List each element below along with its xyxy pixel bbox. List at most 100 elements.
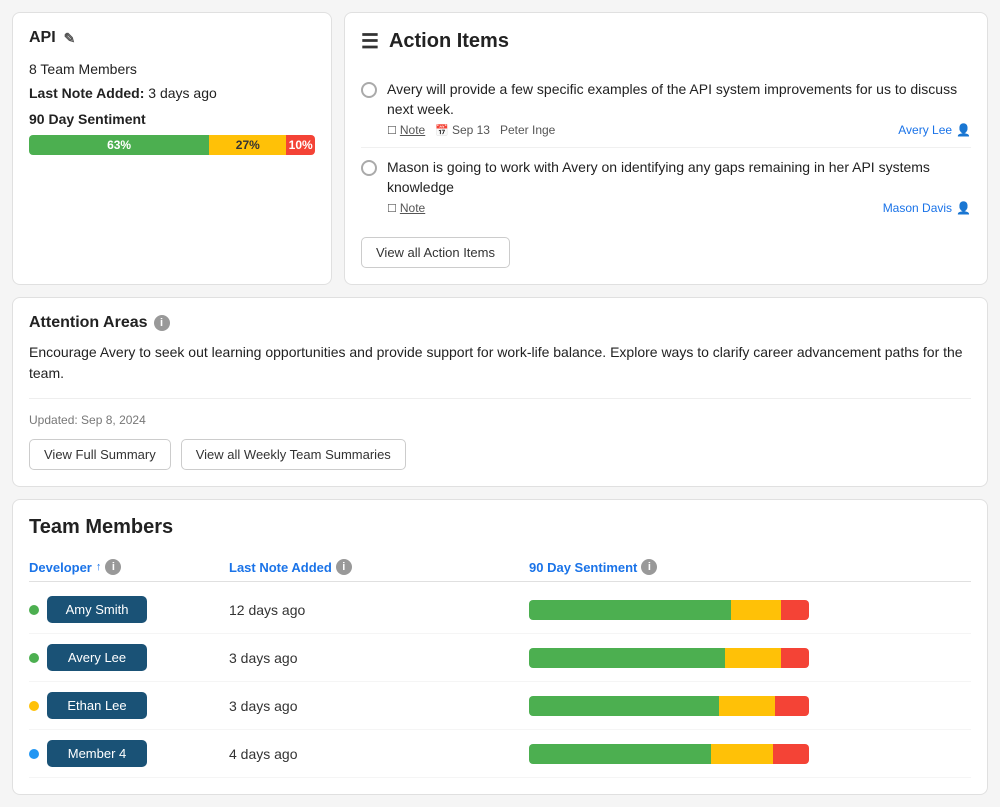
- note-link[interactable]: Note: [400, 201, 425, 215]
- action-item-text: Avery will provide a few specific exampl…: [387, 80, 971, 119]
- developer-header-label: Developer: [29, 560, 92, 575]
- last-note-value: 3 days ago: [148, 85, 217, 101]
- radio-circle[interactable]: [361, 82, 377, 98]
- member-col: Member 4: [29, 740, 229, 767]
- member-sentiment-green: [529, 600, 731, 620]
- sentiment-yellow: 27%: [209, 135, 286, 155]
- action-item-content: Mason is going to work with Avery on ide…: [387, 158, 971, 215]
- api-card: API ✎ 8 Team Members Last Note Added: 3 …: [12, 12, 332, 285]
- member-sentiment-yellow: [725, 648, 781, 668]
- last-note-column-header[interactable]: Last Note Added i: [229, 559, 529, 575]
- member-sentiment-bar: [529, 744, 809, 764]
- last-note-col: 3 days ago: [229, 650, 529, 666]
- last-note-col: 3 days ago: [229, 698, 529, 714]
- member-button[interactable]: Member 4: [47, 740, 147, 767]
- sentiment-yellow-label: 27%: [236, 138, 260, 152]
- last-note-info-icon[interactable]: i: [336, 559, 352, 575]
- status-dot-blue: [29, 749, 39, 759]
- note-checkbox-icon: ☐: [387, 202, 397, 215]
- status-dot-green: [29, 653, 39, 663]
- last-note-col: 4 days ago: [229, 746, 529, 762]
- calendar-icon: 📅: [435, 124, 449, 137]
- action-items-title-row: ☰ Action Items: [361, 29, 971, 54]
- radio-circle[interactable]: [361, 160, 377, 176]
- last-note-value: 12 days ago: [229, 602, 305, 618]
- table-row: Avery Lee 3 days ago: [29, 634, 971, 682]
- edit-icon[interactable]: ✎: [64, 30, 76, 47]
- last-note-col: 12 days ago: [229, 602, 529, 618]
- assignee-name: Mason Davis: [883, 201, 952, 215]
- table-row: Ethan Lee 3 days ago: [29, 682, 971, 730]
- team-members-section: Team Members Developer ↑ i Last Note Add…: [12, 499, 988, 795]
- note-meta: ☐ Note: [387, 201, 425, 215]
- attention-areas-card: Attention Areas i Encourage Avery to see…: [12, 297, 988, 487]
- member-name: Amy Smith: [66, 602, 129, 617]
- status-dot-green: [29, 605, 39, 615]
- view-all-action-items-button[interactable]: View all Action Items: [361, 237, 510, 268]
- date-meta: 📅 Sep 13: [435, 123, 490, 137]
- last-note-value: 3 days ago: [229, 650, 298, 666]
- last-note-value: 4 days ago: [229, 746, 298, 762]
- status-dot-yellow: [29, 701, 39, 711]
- assignee-name: Avery Lee: [898, 123, 952, 137]
- api-card-title: API ✎: [29, 29, 315, 47]
- member-col: Amy Smith: [29, 596, 229, 623]
- member-button[interactable]: Avery Lee: [47, 644, 147, 671]
- last-note-stat: Last Note Added: 3 days ago: [29, 85, 315, 101]
- sentiment-column-header[interactable]: 90 Day Sentiment i: [529, 559, 971, 575]
- team-members-label: 8 Team Members: [29, 61, 137, 77]
- member-name: Avery Lee: [68, 650, 126, 665]
- member-sentiment-bar: [529, 648, 809, 668]
- member-sentiment-red: [781, 648, 809, 668]
- member-name: Ethan Lee: [67, 698, 126, 713]
- member-sentiment-bar: [529, 696, 809, 716]
- api-title-text: API: [29, 29, 56, 47]
- team-members-stat: 8 Team Members: [29, 61, 315, 77]
- sentiment-info-icon[interactable]: i: [641, 559, 657, 575]
- action-items-card: ☰ Action Items Avery will provide a few …: [344, 12, 988, 285]
- member-sentiment-bar: [529, 600, 809, 620]
- sentiment-col: [529, 600, 971, 620]
- note-meta: ☐ Note: [387, 123, 425, 137]
- action-item-meta: ☐ Note 📅 Sep 13 Peter Inge Avery Lee 👤: [387, 123, 971, 137]
- member-sentiment-yellow: [719, 696, 775, 716]
- view-weekly-summaries-button[interactable]: View all Weekly Team Summaries: [181, 439, 406, 470]
- updated-text: Updated: Sep 8, 2024: [29, 413, 971, 427]
- sentiment-col: [529, 696, 971, 716]
- view-full-summary-button[interactable]: View Full Summary: [29, 439, 171, 470]
- team-table-header: Developer ↑ i Last Note Added i 90 Day S…: [29, 553, 971, 582]
- developer-info-icon[interactable]: i: [105, 559, 121, 575]
- last-note-prefix: Last Note Added:: [29, 85, 144, 101]
- person-name: Peter Inge: [500, 123, 555, 137]
- member-col: Ethan Lee: [29, 692, 229, 719]
- member-sentiment-green: [529, 648, 725, 668]
- top-row: API ✎ 8 Team Members Last Note Added: 3 …: [12, 12, 988, 285]
- action-item: Avery will provide a few specific exampl…: [361, 70, 971, 148]
- last-note-value: 3 days ago: [229, 698, 298, 714]
- team-members-title: Team Members: [29, 516, 971, 539]
- attention-text: Encourage Avery to seek out learning opp…: [29, 342, 971, 399]
- attention-title: Attention Areas i: [29, 314, 971, 332]
- sentiment-col: [529, 648, 971, 668]
- page-container: API ✎ 8 Team Members Last Note Added: 3 …: [0, 0, 1000, 807]
- table-row: Amy Smith 12 days ago: [29, 586, 971, 634]
- action-items-title: Action Items: [389, 30, 509, 53]
- member-sentiment-red: [775, 696, 809, 716]
- last-note-header-label: Last Note Added: [229, 560, 332, 575]
- member-name: Member 4: [68, 746, 127, 761]
- member-button[interactable]: Ethan Lee: [47, 692, 147, 719]
- note-link[interactable]: Note: [400, 123, 425, 137]
- member-sentiment-green: [529, 744, 711, 764]
- assignee[interactable]: Mason Davis 👤: [883, 201, 971, 215]
- member-col: Avery Lee: [29, 644, 229, 671]
- attention-action-buttons: View Full Summary View all Weekly Team S…: [29, 439, 971, 470]
- member-button[interactable]: Amy Smith: [47, 596, 147, 623]
- attention-info-icon[interactable]: i: [154, 315, 170, 331]
- action-item-content: Avery will provide a few specific exampl…: [387, 80, 971, 137]
- developer-column-header[interactable]: Developer ↑ i: [29, 559, 229, 575]
- action-item-meta: ☐ Note Mason Davis 👤: [387, 201, 971, 215]
- assignee[interactable]: Avery Lee 👤: [898, 123, 971, 137]
- sentiment-label: 90 Day Sentiment: [29, 111, 315, 127]
- member-sentiment-red: [773, 744, 809, 764]
- sentiment-green: 63%: [29, 135, 209, 155]
